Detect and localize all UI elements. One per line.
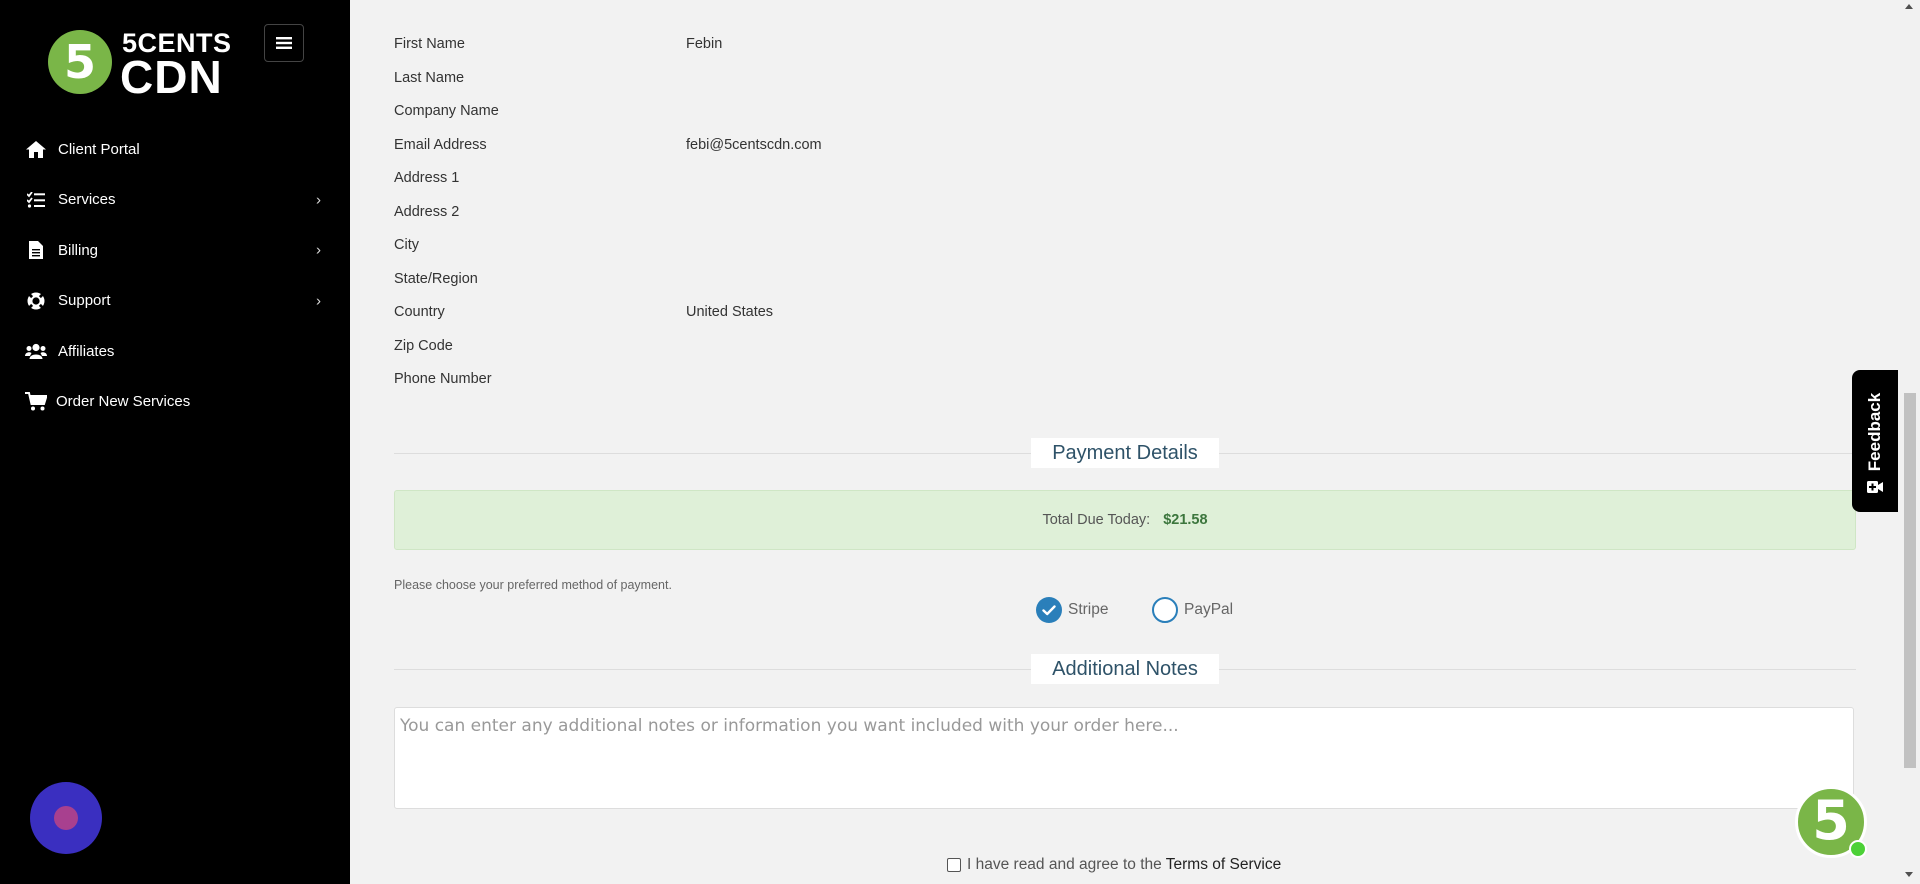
- sidebar-item-label: Order New Services: [56, 393, 191, 411]
- sidebar-item-client-portal[interactable]: Client Portal: [0, 124, 350, 175]
- lifebuoy-icon: [25, 291, 47, 311]
- field-label: Country: [394, 304, 445, 320]
- sidebar-item-affiliates[interactable]: Affiliates: [0, 326, 350, 377]
- field-label: Email Address: [394, 136, 487, 153]
- sidebar-item-label: Billing: [58, 241, 99, 259]
- home-icon: [25, 139, 47, 159]
- page-scrollbar[interactable]: [1900, 0, 1920, 884]
- feedback-tab[interactable]: Feedback: [1852, 370, 1898, 512]
- sidebar-item-label: Services: [58, 191, 116, 209]
- scrollbar-thumb[interactable]: [1904, 393, 1916, 768]
- feedback-label: Feedback: [1865, 392, 1884, 472]
- field-label: State/Region: [394, 270, 478, 287]
- radio-checked-icon[interactable]: [1036, 597, 1062, 623]
- terms-checkbox[interactable]: [947, 858, 961, 872]
- total-due-alert: Total Due Today: $21.58: [394, 490, 1856, 550]
- sidebar-item-label: Client Portal: [58, 140, 140, 158]
- cart-icon: [25, 392, 47, 412]
- sidebar-nav: Client Portal Services › Billing › Suppo…: [0, 124, 350, 427]
- total-due-label: Total Due Today:: [1042, 512, 1151, 528]
- sidebar-item-order-new-services[interactable]: Order New Services: [0, 377, 350, 428]
- field-label: Phone Number: [394, 371, 492, 387]
- sidebar-item-label: Support: [58, 292, 111, 310]
- brand-logo[interactable]: 5 5CENTS CDN: [48, 28, 231, 102]
- field-label: First Name: [394, 36, 465, 52]
- sidebar-item-billing[interactable]: Billing ›: [0, 225, 350, 276]
- field-value: United States: [686, 304, 774, 320]
- chat-icon: [54, 806, 78, 830]
- field-label: Zip Code: [394, 337, 453, 354]
- terms-of-service-link[interactable]: Terms of Service: [1166, 856, 1281, 874]
- field-label: Last Name: [394, 69, 465, 86]
- additional-notes-section: Additional Notes: [394, 654, 1856, 684]
- file-icon: [25, 240, 47, 260]
- users-icon: [25, 341, 47, 361]
- terms-agreement: I have read and agree to the Terms of Se…: [947, 856, 1281, 874]
- chevron-right-icon: ›: [316, 292, 321, 310]
- section-title: Payment Details: [1031, 438, 1219, 468]
- section-title: Additional Notes: [1031, 654, 1219, 684]
- total-due-amount: $21.58: [1163, 512, 1208, 528]
- field-label: Address 2: [394, 203, 460, 220]
- scroll-up-arrow-icon[interactable]: [1905, 4, 1913, 9]
- field-label: City: [394, 237, 419, 253]
- payment-details-section: Payment Details: [394, 438, 1856, 468]
- field-value: febi@5centscdn.com: [686, 136, 822, 153]
- sidebar: 5 5CENTS CDN Client Portal Services › Bi…: [0, 0, 350, 884]
- feedback-icon: [1867, 480, 1883, 498]
- payment-method-hint: Please choose your preferred method of p…: [394, 578, 672, 592]
- hamburger-icon: [276, 37, 292, 49]
- main-content: First Name Febin Last Name Company Name …: [350, 0, 1900, 884]
- sidebar-item-support[interactable]: Support ›: [0, 276, 350, 327]
- logo-mark: 5: [48, 30, 112, 94]
- sidebar-item-services[interactable]: Services ›: [0, 175, 350, 226]
- field-label: Address 1: [394, 170, 460, 186]
- field-label: Company Name: [394, 103, 499, 119]
- scroll-down-arrow-icon[interactable]: [1905, 872, 1913, 877]
- chat-widget-button[interactable]: [30, 782, 102, 854]
- chevron-right-icon: ›: [316, 241, 321, 259]
- terms-text: I have read and agree to the: [967, 856, 1162, 873]
- payment-option-paypal[interactable]: PayPal: [1152, 597, 1233, 623]
- logo-text-bottom: CDN: [120, 51, 223, 103]
- additional-notes-textarea[interactable]: [394, 707, 1854, 809]
- payment-option-label: Stripe: [1068, 601, 1109, 618]
- payment-option-stripe[interactable]: Stripe: [1036, 597, 1109, 623]
- menu-toggle-button[interactable]: [264, 24, 304, 62]
- online-status-indicator: [1849, 840, 1867, 858]
- list-icon: [25, 190, 47, 210]
- radio-unchecked-icon[interactable]: [1152, 597, 1178, 623]
- chevron-right-icon: ›: [316, 191, 321, 209]
- sidebar-item-label: Affiliates: [58, 342, 115, 360]
- field-value: Febin: [686, 36, 723, 52]
- payment-option-label: PayPal: [1184, 601, 1234, 618]
